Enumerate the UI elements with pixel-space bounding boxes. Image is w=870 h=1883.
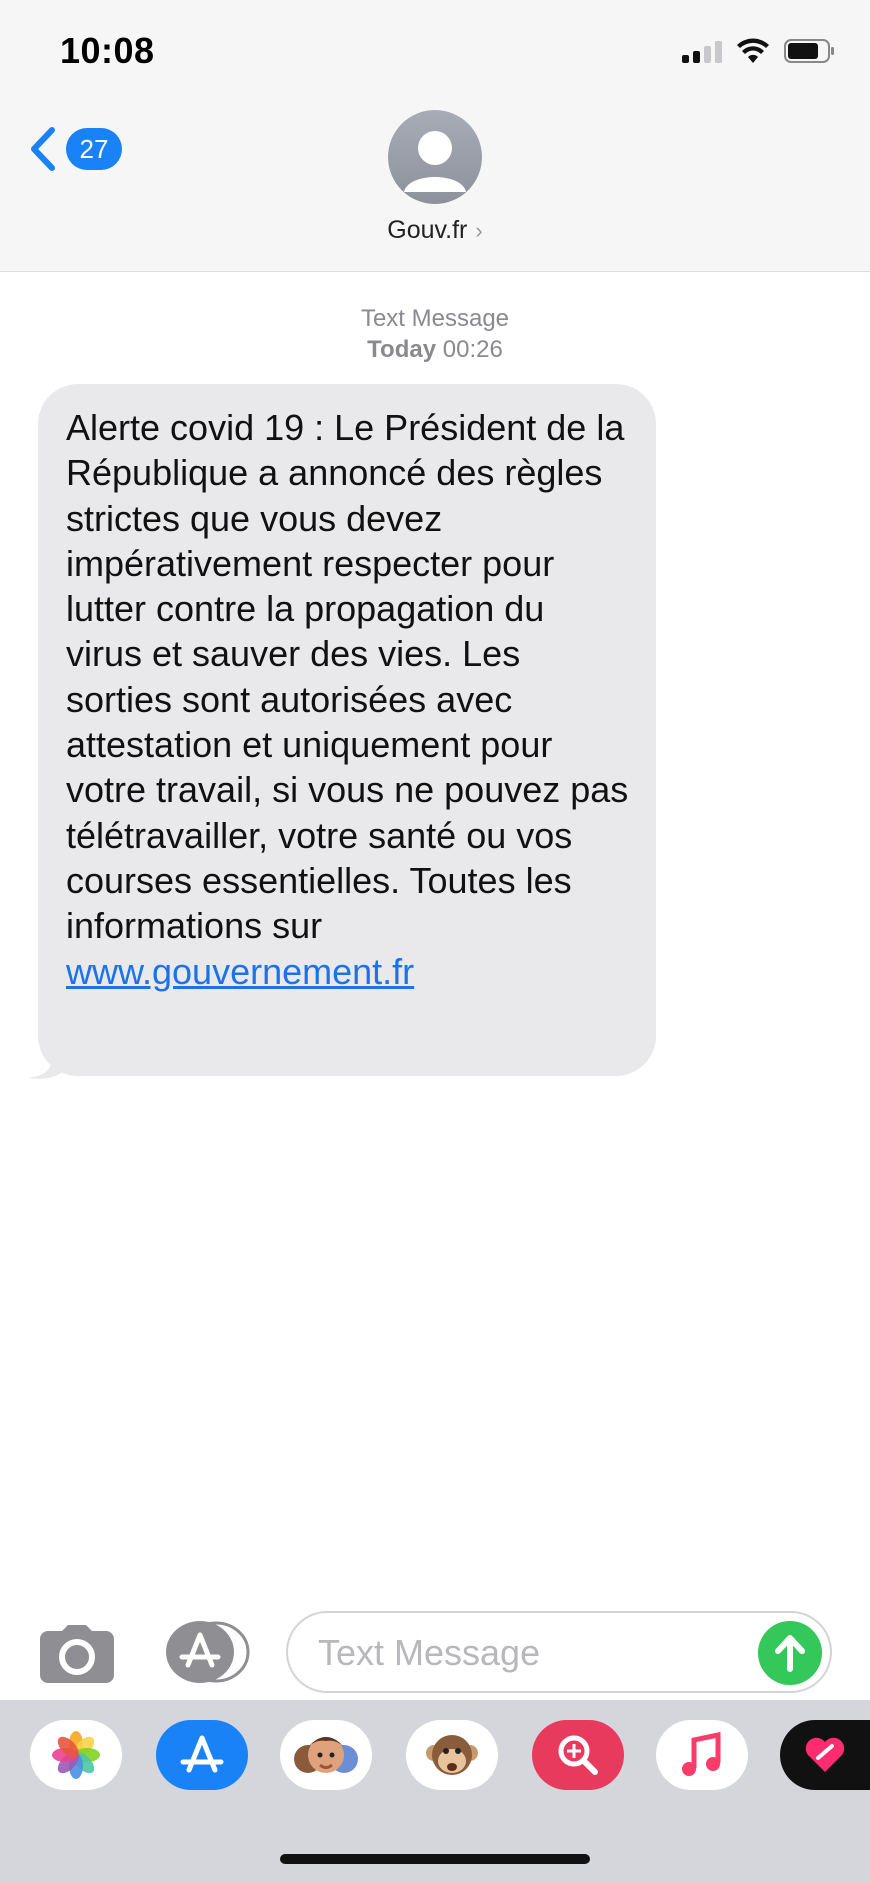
cellular-signal-icon — [682, 39, 722, 63]
person-silhouette-icon — [404, 131, 466, 192]
app-store-button[interactable] — [160, 1621, 250, 1683]
contact-avatar[interactable] — [388, 110, 482, 204]
message-input-field[interactable] — [286, 1611, 832, 1693]
image-search-app-button[interactable] — [532, 1720, 624, 1790]
wifi-icon — [736, 38, 770, 64]
message-type-label: Text Message — [360, 305, 510, 332]
contact-name-label: Gouv.fr — [387, 216, 468, 244]
battery-icon — [784, 38, 836, 64]
send-button[interactable] — [758, 1621, 822, 1685]
app-store-icon — [180, 1735, 224, 1773]
message-time: 00:26 — [442, 336, 503, 363]
message-timestamp: Text Message Today 00:26 — [0, 303, 870, 365]
search-images-icon — [558, 1735, 598, 1775]
navigation-header: 10:08 27 Gouv.fr › — [0, 0, 870, 272]
app-store-icon — [166, 1621, 250, 1683]
digital-touch-app-button[interactable] — [780, 1720, 870, 1790]
camera-button[interactable] — [40, 1625, 114, 1683]
memoji-icon — [294, 1737, 358, 1773]
status-time: 10:08 — [60, 30, 155, 71]
digital-touch-icon — [805, 1737, 845, 1772]
message-day: Today — [367, 336, 437, 363]
message-input[interactable] — [318, 1629, 738, 1677]
animoji-app-button[interactable] — [406, 1720, 498, 1790]
app-store-app-button[interactable] — [156, 1720, 248, 1790]
composer-bar — [0, 1605, 870, 1699]
message-link[interactable]: www.gouvernement.fr — [66, 949, 630, 994]
animoji-monkey-icon — [426, 1735, 478, 1775]
music-icon — [682, 1731, 721, 1776]
chevron-right-icon: › — [475, 217, 483, 243]
status-icons — [682, 38, 836, 64]
arrow-up-icon — [775, 1635, 805, 1672]
message-text: Alerte covid 19 : Le Président de la Rép… — [66, 407, 629, 947]
contact-name[interactable]: Gouv.fr › — [387, 216, 482, 245]
message-date-line: Today 00:26 — [0, 334, 870, 365]
home-indicator[interactable] — [280, 1854, 590, 1864]
camera-icon — [40, 1625, 114, 1683]
music-app-button[interactable] — [656, 1720, 748, 1790]
incoming-message-bubble[interactable]: Alerte covid 19 : Le Président de la Rép… — [38, 384, 656, 1076]
photos-icon — [52, 1731, 100, 1779]
contact-header[interactable]: Gouv.fr › — [0, 110, 870, 245]
memoji-app-button[interactable] — [280, 1720, 372, 1790]
imessage-app-drawer — [0, 1700, 870, 1883]
photos-app-button[interactable] — [30, 1720, 122, 1790]
